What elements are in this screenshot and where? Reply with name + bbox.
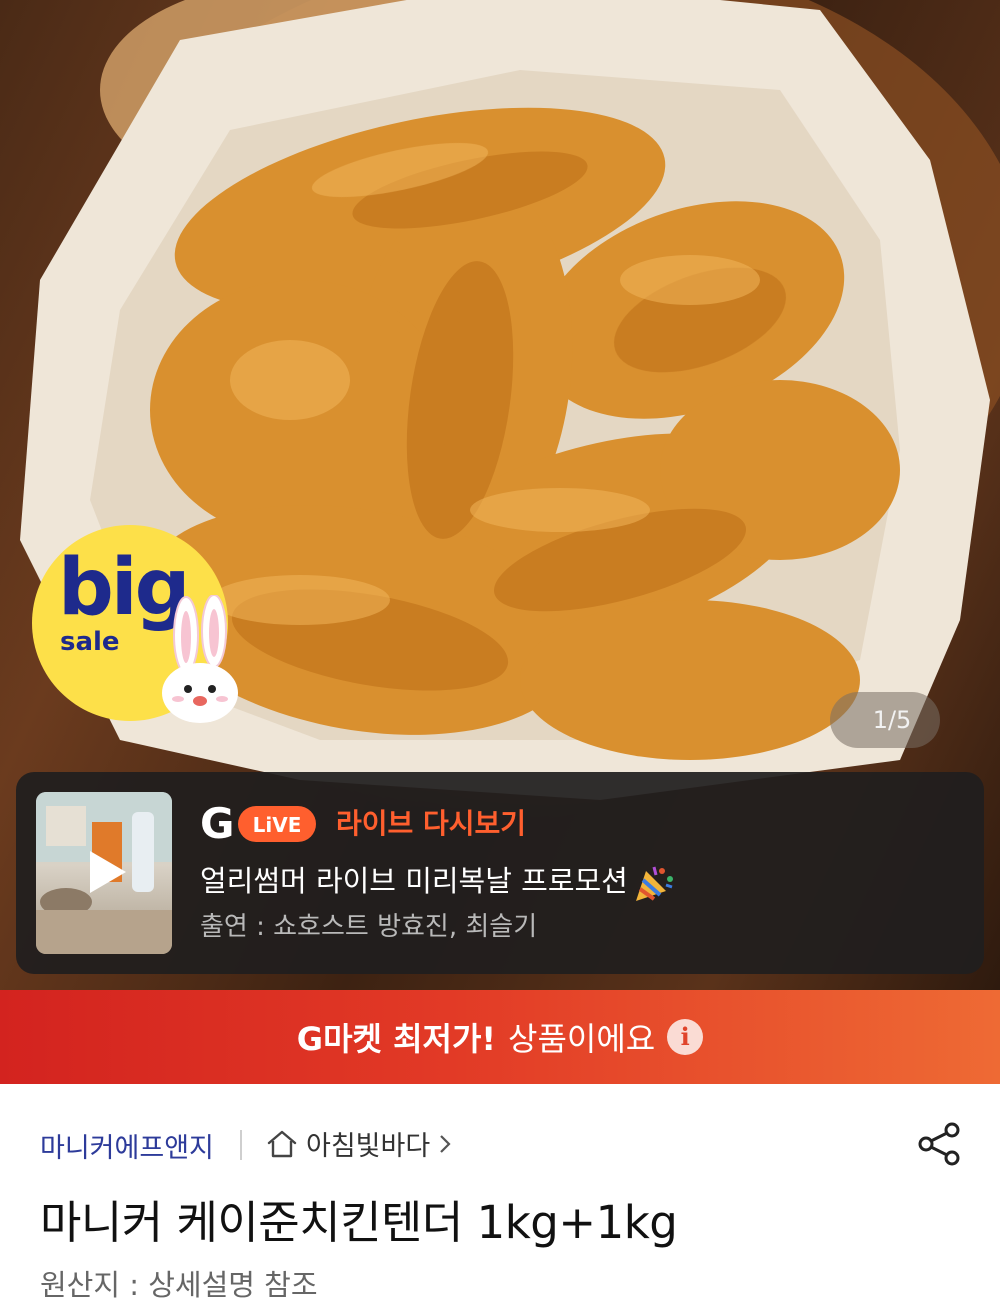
lowest-price-strong: G마켓 최저가! <box>296 1020 496 1058</box>
info-icon[interactable]: i <box>667 1019 704 1055</box>
rabbit-icon <box>162 595 238 723</box>
play-icon <box>90 851 126 893</box>
g-live-logo-live: LiVE <box>253 813 302 837</box>
home-icon <box>267 1130 297 1157</box>
store-name: 아침빛바다 <box>306 1131 431 1162</box>
live-cast: 출연 : 쇼호스트 방효진, 최슬기 <box>200 912 538 942</box>
share-icon[interactable] <box>914 1118 966 1170</box>
g-live-logo: G LiVE <box>200 800 316 846</box>
store-link[interactable]: 아침빛바다 <box>266 1124 452 1163</box>
live-replay-label[interactable]: 라이브 다시보기 <box>336 802 526 842</box>
brand-link[interactable]: 마니커에프앤지 <box>40 1126 214 1165</box>
chevron-right-icon <box>440 1134 451 1153</box>
live-title-text: 얼리썸머 라이브 미리복날 프로모션 <box>200 864 628 898</box>
slide-counter: 1/5 <box>830 692 940 748</box>
live-title[interactable]: 얼리썸머 라이브 미리복날 프로모션 <box>200 858 674 903</box>
product-title: 마니커 케이준치킨텐더 1kg+1kg <box>40 1196 678 1249</box>
lowest-price-light: 상품이에요 <box>508 1020 656 1058</box>
big-sale-badge: big sale <box>32 525 238 723</box>
big-sale-sale-text: sale <box>60 627 120 657</box>
live-thumbnail[interactable] <box>36 792 172 954</box>
origin-info: 원산지 : 상세설명 참조 <box>40 1268 318 1302</box>
party-popper-icon <box>635 866 673 901</box>
divider <box>240 1130 242 1160</box>
g-live-logo-g: G <box>200 800 234 846</box>
lowest-price-banner[interactable]: G마켓 최저가! 상품이에요 i <box>0 990 1000 1084</box>
